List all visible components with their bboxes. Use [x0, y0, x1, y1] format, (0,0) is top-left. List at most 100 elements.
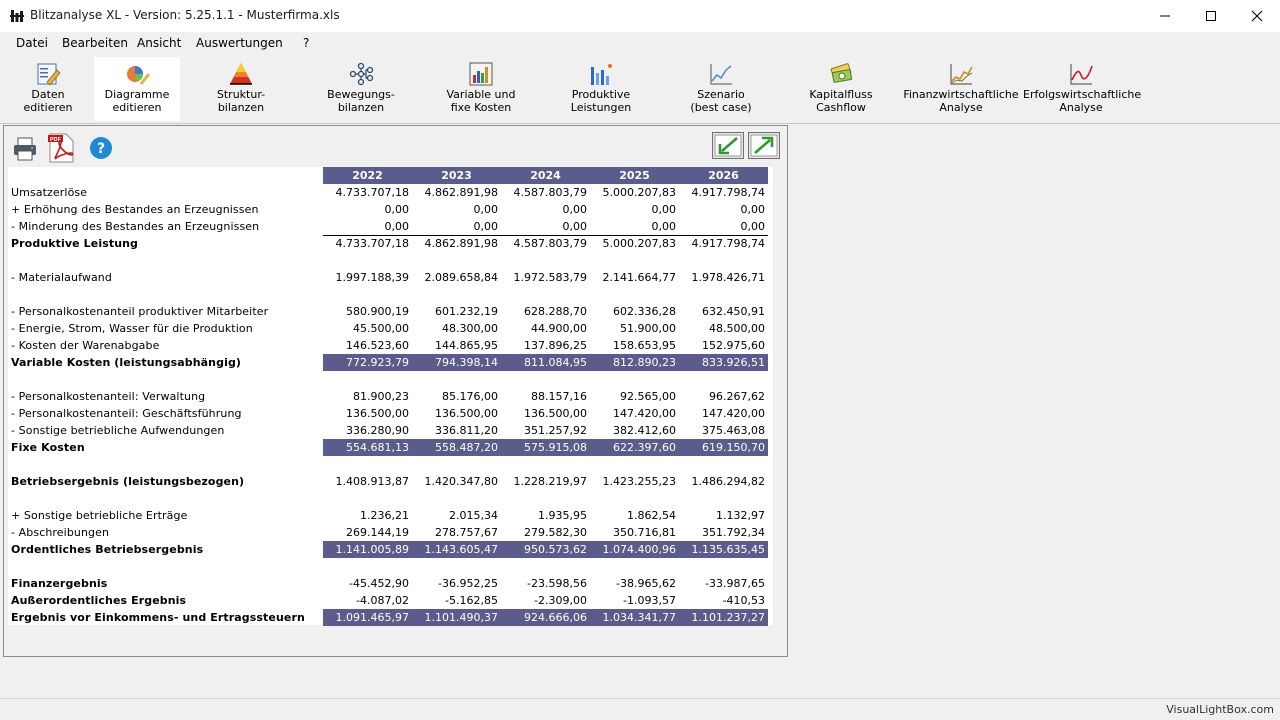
year-header: 2025 [590, 167, 679, 184]
minimize-button[interactable] [1142, 0, 1188, 32]
svg-text:?: ? [97, 141, 105, 157]
cell-value: 580.900,19 [346, 305, 409, 318]
row-label [8, 252, 323, 269]
cell-value [590, 286, 679, 303]
cell-value [323, 456, 412, 473]
menu-datei[interactable]: Datei [16, 36, 48, 50]
cell-value: 336.280,90 [346, 424, 409, 437]
finance-chart-icon [950, 64, 973, 85]
cell-value: 1.141.005,89 [323, 541, 412, 558]
cell-value: -36.952,25 [438, 577, 498, 590]
cell-value: 2.089.658,84 [424, 271, 498, 284]
cell-value: 0,00 [384, 203, 410, 216]
toolbar-daten-editieren[interactable]: Daten editieren [0, 57, 106, 121]
menu-auswertungen[interactable]: Auswertungen [196, 36, 283, 50]
year-header: 2022 [323, 167, 412, 184]
app-icon [10, 10, 24, 22]
cell-value: 2.141.664,77 [602, 271, 676, 284]
year-header: 2026 [679, 167, 768, 184]
toolbar-kapitalfluss[interactable]: Kapitalfluss Cashflow [783, 57, 899, 121]
toolbar-label: Finanzwirtschaftliche Analyse [903, 88, 1019, 114]
table-row: - Abschreibungen 269.144,19 278.757,67 279.… [8, 524, 768, 541]
bar-chart-icon [469, 62, 493, 86]
menu-help[interactable]: ? [303, 36, 309, 50]
cell-value [501, 558, 590, 575]
cell-value [679, 456, 768, 473]
cell-value: 0,00 [651, 219, 677, 233]
collapse-arrow-icon[interactable] [712, 132, 744, 159]
row-label [8, 490, 323, 507]
cell-value: 2.015,34 [449, 509, 498, 522]
cell-value [679, 371, 768, 388]
cell-value: -410,53 [722, 594, 765, 607]
cell-value: 601.232,19 [435, 305, 498, 318]
cell-value: 1.074.400,96 [590, 541, 679, 558]
menu-bearbeiten[interactable]: Bearbeiten [62, 36, 128, 50]
table-row: Betriebsergebnis (leistungsbezogen) 1.408… [8, 473, 768, 490]
row-label: Ergebnis vor Einkommens- und Ertragssteu… [11, 611, 305, 624]
tree-icon [349, 62, 374, 86]
cell-value: 1.091.465,97 [323, 609, 412, 626]
toolbar-produktive-leistungen[interactable]: Produktive Leistungen [543, 57, 659, 121]
table-row [8, 490, 768, 507]
cell-value: 1.423.255,23 [602, 475, 676, 488]
help-icon[interactable]: ? [89, 136, 113, 160]
cell-value: 1.486.294,82 [691, 475, 765, 488]
cell-value: 96.267,62 [709, 390, 765, 403]
cell-value [323, 371, 412, 388]
printer-icon[interactable] [12, 136, 38, 162]
line-chart-icon [710, 64, 732, 85]
cell-value: 0,00 [473, 203, 499, 216]
table-row: - Energie, Strom, Wasser für die Produkt… [8, 320, 768, 337]
table-row: - Personalkostenanteil: Verwaltung 81.900… [8, 388, 768, 405]
menu-ansicht[interactable]: Ansicht [137, 36, 181, 50]
cell-value: 48.300,00 [442, 322, 498, 335]
maximize-button[interactable] [1188, 0, 1234, 32]
close-icon [1251, 10, 1263, 22]
row-label: - Energie, Strom, Wasser für die Produkt… [11, 322, 253, 335]
cell-value: 44.900,00 [531, 322, 587, 335]
toolbar-variable-fixe-kosten[interactable]: Variable und fixe Kosten [423, 57, 539, 121]
cell-value: 1.132,97 [716, 509, 765, 522]
cell-value [323, 558, 412, 575]
table-row: - Minderung des Bestandes an Erzeugnisse… [8, 218, 768, 235]
cell-value [323, 490, 412, 507]
cell-value: 4.587.803,79 [501, 234, 590, 252]
cell-value: 51.900,00 [620, 322, 676, 335]
cell-value: 0,00 [740, 219, 766, 233]
cell-value: -1.093,57 [623, 594, 676, 607]
table-row [8, 371, 768, 388]
cell-value: 136.500,00 [346, 407, 409, 420]
cell-value: 619.150,70 [679, 439, 768, 456]
cell-value: 1.978.426,71 [691, 271, 765, 284]
success-chart-icon [1070, 64, 1093, 85]
cell-value: 4.733.707,18 [335, 186, 409, 199]
cell-value [323, 252, 412, 269]
cell-value [412, 558, 501, 575]
cell-value: 4.917.798,74 [691, 186, 765, 199]
expand-arrow-icon[interactable] [748, 132, 780, 159]
cell-value: 0,00 [473, 219, 499, 233]
cell-value: 4.587.803,79 [513, 186, 587, 199]
toolbar-bewegungsbilanzen[interactable]: Bewegungs- bilanzen [303, 57, 419, 121]
maximize-icon [1206, 11, 1216, 21]
cell-value: 278.757,67 [435, 526, 498, 539]
toolbar-strukturbilanzen[interactable]: Struktur- bilanzen [183, 57, 299, 121]
row-label [8, 371, 323, 388]
cell-value: 0,00 [740, 203, 766, 216]
cell-value: 924.666,06 [501, 609, 590, 626]
close-button[interactable] [1234, 0, 1280, 32]
toolbar-finanzwirtschaftliche-analyse[interactable]: Finanzwirtschaftliche Analyse [903, 57, 1019, 121]
toolbar-erfolgswirtschaftliche-analyse[interactable]: Erfolgswirtschaftliche Analyse [1023, 57, 1141, 121]
table-row: Ergebnis vor Einkommens- und Ertragssteu… [8, 609, 768, 626]
toolbar-szenario[interactable]: Szenario (best case) [663, 57, 779, 121]
cell-value: 147.420,00 [613, 407, 676, 420]
toolbar-diagramme-editieren[interactable]: Diagramme editieren [94, 57, 180, 121]
window-title: Blitzanalyse XL - Version: 5.25.1.1 - Mu… [30, 8, 340, 22]
row-label: - Minderung des Bestandes an Erzeugnisse… [11, 220, 260, 233]
cell-value [412, 252, 501, 269]
cell-value: 950.573,62 [501, 541, 590, 558]
cell-value [501, 252, 590, 269]
pdf-icon[interactable]: PDF [46, 132, 78, 164]
table-row: Ordentliches Betriebsergebnis 1.141.005,8… [8, 541, 768, 558]
